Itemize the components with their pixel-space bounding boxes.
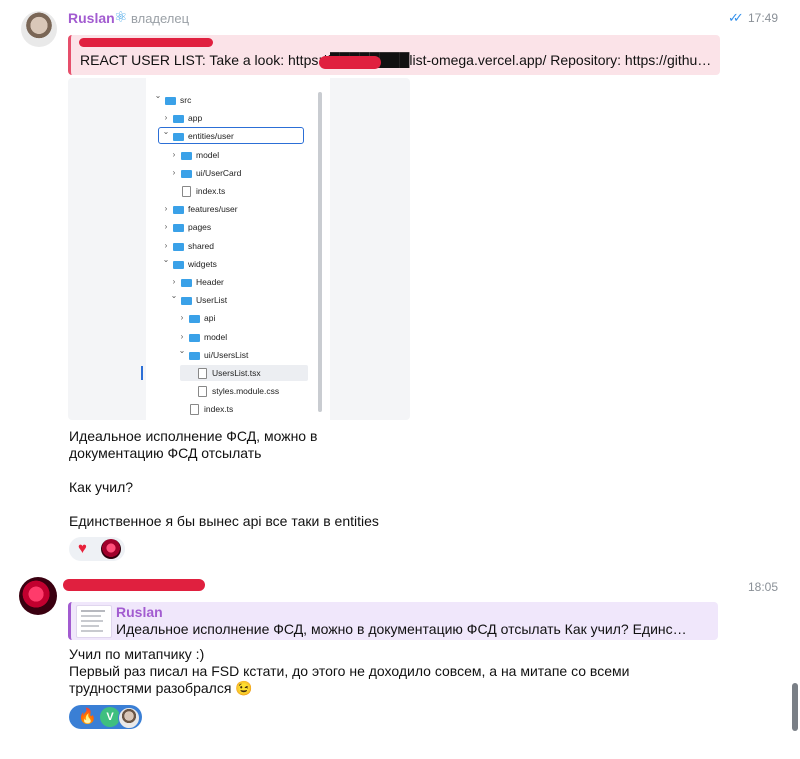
redacted-url — [319, 56, 381, 69]
tree-row-label[interactable]: index.ts — [204, 402, 233, 416]
message-text: Идеальное исполнение ФСД, можно в докуме… — [69, 428, 379, 529]
file-icon — [198, 386, 207, 398]
reply-thumbnail — [76, 605, 112, 638]
heart-icon[interactable]: ♥ — [78, 540, 87, 557]
reaction-bar[interactable]: 🔥 V — [69, 705, 142, 729]
reaction-avatar — [101, 539, 121, 559]
folder-icon — [173, 260, 184, 269]
reply-text: Идеальное исполнение ФСД, можно в докуме… — [116, 621, 687, 637]
folder-icon — [189, 351, 200, 360]
tree-row-label[interactable]: ui/UsersList — [204, 348, 248, 362]
tree-row-label[interactable]: UsersList.tsx — [212, 366, 261, 380]
chevron-down-icon[interactable]: ⌄ — [178, 346, 186, 355]
tree-row-label[interactable]: src — [180, 93, 191, 107]
chevron-right-icon[interactable]: › — [162, 113, 170, 122]
tree-row-label[interactable]: api — [204, 311, 215, 325]
message-image[interactable]: ⌄ src › app ⌄ entities/user › model › ui/UserCard… — [68, 78, 410, 420]
chevron-down-icon[interactable]: ⌄ — [162, 255, 170, 264]
reply-quote-text: REACT USER LIST: Take a look: https://██… — [80, 52, 712, 68]
chevron-right-icon[interactable]: › — [178, 332, 186, 341]
folder-icon — [181, 297, 192, 306]
message-time: 18:05 — [748, 580, 779, 594]
chevron-right-icon[interactable]: › — [170, 168, 178, 177]
tree-row-label[interactable]: styles.module.css — [212, 384, 279, 398]
sender-role: владелец — [131, 11, 190, 26]
tree-row-label[interactable]: pages — [188, 220, 211, 234]
folder-icon — [173, 224, 184, 233]
reaction-bar[interactable]: ♥ — [69, 537, 125, 561]
chevron-right-icon[interactable]: › — [170, 277, 178, 286]
folder-icon — [173, 206, 184, 215]
chevron-right-icon[interactable]: › — [178, 313, 186, 322]
chevron-right-icon[interactable]: › — [170, 150, 178, 159]
reply-sender: Ruslan — [116, 604, 163, 620]
double-check-icon: ✓✓ — [728, 10, 744, 25]
folder-icon — [173, 115, 184, 124]
tree-row-label[interactable]: shared — [188, 239, 214, 253]
tree-row-label[interactable]: index.ts — [196, 184, 225, 198]
chevron-down-icon[interactable]: ⌄ — [162, 127, 170, 136]
redacted-sender — [63, 579, 205, 591]
reply-quote[interactable]: Ruslan Идеальное исполнение ФСД, можно в… — [68, 602, 718, 640]
file-tree-panel: ⌄ src › app ⌄ entities/user › model › ui/UserCard… — [141, 78, 330, 420]
folder-icon — [189, 315, 200, 324]
react-badge-icon: ⚛ — [114, 9, 128, 26]
chevron-right-icon[interactable]: › — [162, 222, 170, 231]
tree-row-label[interactable]: widgets — [188, 257, 217, 271]
avatar[interactable] — [19, 577, 57, 615]
chevron-down-icon[interactable]: ⌄ — [170, 291, 178, 300]
file-icon — [182, 186, 191, 197]
folder-icon — [189, 333, 200, 342]
file-icon — [190, 404, 199, 416]
tree-row-label[interactable]: Header — [196, 275, 224, 289]
tree-scrollbar[interactable] — [318, 92, 322, 412]
folder-icon — [173, 133, 184, 142]
reaction-avatar-v: V — [100, 707, 120, 727]
fire-icon[interactable]: 🔥 — [78, 707, 97, 725]
tree-active-marker — [141, 366, 143, 380]
folder-icon — [181, 279, 192, 287]
chevron-right-icon[interactable]: › — [162, 204, 170, 213]
chevron-down-icon[interactable]: ⌄ — [154, 91, 162, 100]
folder-icon — [173, 242, 184, 251]
tree-row-label[interactable]: model — [196, 148, 219, 162]
folder-icon — [181, 169, 192, 178]
scrollbar[interactable] — [792, 683, 798, 731]
reply-quote[interactable]: REACT USER LIST: Take a look: https://██… — [68, 35, 720, 75]
redacted-name — [79, 38, 213, 47]
reaction-avatar — [118, 707, 140, 729]
tree-row-label[interactable]: entities/user — [188, 129, 234, 143]
tree-row-label[interactable]: ui/UserCard — [196, 166, 241, 180]
folder-icon — [181, 151, 192, 160]
sender-name[interactable]: Ruslan — [68, 10, 115, 26]
folder-icon — [165, 97, 176, 105]
chevron-right-icon[interactable]: › — [162, 241, 170, 250]
file-icon — [198, 368, 207, 379]
message-text: Учил по митапчику :) Первый раз писал на… — [69, 646, 630, 696]
avatar[interactable] — [21, 11, 57, 47]
tree-row-label[interactable]: app — [188, 111, 202, 125]
message-time: 17:49 — [748, 11, 779, 25]
tree-row-label[interactable]: model — [204, 330, 227, 344]
tree-row-label[interactable]: UserList — [196, 293, 227, 307]
tree-row-label[interactable]: features/user — [188, 202, 238, 216]
